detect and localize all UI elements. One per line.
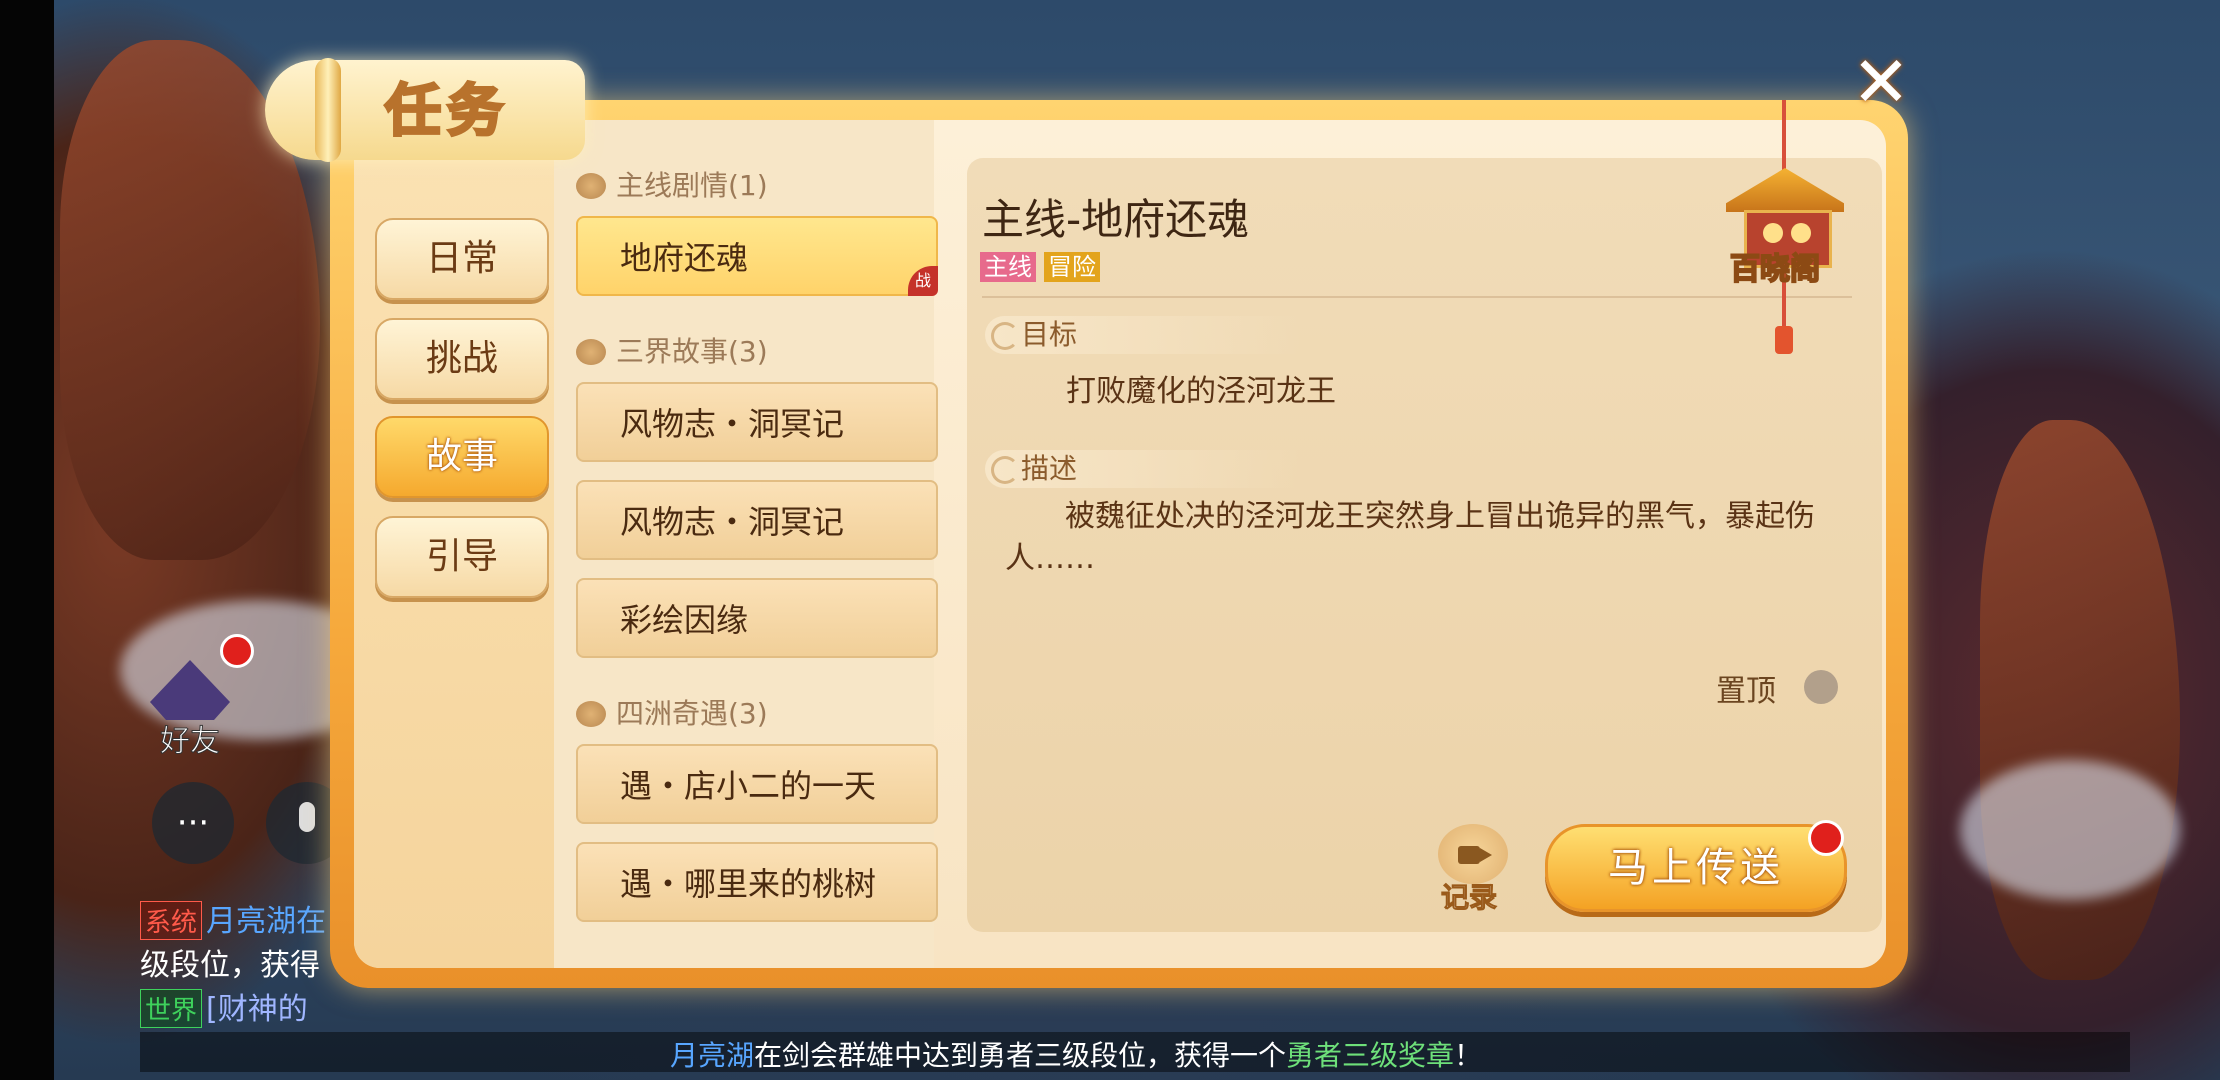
chat-text: [财神的	[206, 992, 308, 1027]
panel-title: 任务	[384, 78, 509, 146]
battle-badge: 战	[908, 266, 938, 296]
quest-item[interactable]: 风物志・洞冥记	[576, 480, 938, 560]
quest-label: 风物志・洞冥记	[620, 405, 845, 443]
friend-notification-dot	[220, 634, 254, 668]
teleport-button[interactable]: 马上传送	[1545, 824, 1847, 912]
group-header-encounters: 四洲奇遇(3)	[576, 692, 768, 732]
group-icon	[576, 173, 606, 199]
snow-patch	[1960, 760, 2180, 900]
pavilion-roof	[1726, 168, 1844, 212]
video-camera-lens	[1480, 848, 1492, 862]
group-title: 三界故事(3)	[616, 335, 768, 368]
tab-guide[interactable]: 引导	[375, 516, 549, 598]
screen-edge	[0, 0, 54, 1080]
teleport-notification-dot	[1808, 820, 1844, 856]
chat-line: 世界 [财神的	[140, 984, 370, 1028]
pavilion-eye	[1763, 223, 1783, 243]
pavilion-eye	[1791, 223, 1811, 243]
pin-toggle[interactable]	[1804, 670, 1838, 704]
quest-title: 主线-地府还魂	[982, 195, 1250, 244]
tab-challenge[interactable]: 挑战	[375, 318, 549, 400]
quest-item[interactable]: 风物志・洞冥记	[576, 382, 938, 462]
tag-adventure: 冒险	[1044, 252, 1100, 282]
goal-text: 打败魔化的泾河龙王	[1066, 374, 1336, 409]
quest-label: 遇・店小二的一天	[620, 767, 877, 805]
quest-label: 遇・哪里来的桃树	[620, 865, 877, 903]
description-text: 被魏征处决的泾河龙王突然身上冒出诡异的黑气，暴起伤人……	[1005, 499, 1815, 576]
group-header-realms: 三界故事(3)	[576, 330, 768, 370]
group-header-main: 主线剧情(1)	[576, 164, 768, 204]
chat-bubble-icon: ···	[176, 803, 210, 843]
record-button[interactable]	[1438, 824, 1508, 884]
chat-text: 级段位，获得	[140, 948, 320, 983]
quest-item[interactable]: 遇・店小二的一天	[576, 744, 938, 824]
group-icon	[576, 701, 606, 727]
broadcast-text-end: ！	[1454, 1039, 1483, 1072]
broadcast-message: 月亮湖在剑会群雄中达到勇者三级段位，获得一个勇者三级奖章！	[670, 1034, 1482, 1074]
tab-daily[interactable]: 日常	[375, 218, 549, 300]
pin-label: 置顶	[1716, 674, 1776, 709]
pavilion-label[interactable]: 百晓阁	[1729, 244, 1821, 288]
group-title: 主线剧情(1)	[616, 169, 768, 202]
record-label[interactable]: 记录	[1438, 876, 1500, 916]
description-heading: 描述	[985, 450, 1301, 488]
quest-label: 彩绘因缘	[620, 601, 749, 639]
friend-label[interactable]: 好友	[160, 716, 221, 760]
quest-item[interactable]: 遇・哪里来的桃树	[576, 842, 938, 922]
quest-item-active[interactable]: 地府还魂战	[576, 216, 938, 296]
group-icon	[576, 339, 606, 365]
chat-button[interactable]: ···	[152, 782, 234, 864]
quest-label: 风物志・洞冥记	[620, 503, 845, 541]
close-button[interactable]: ✕	[1848, 47, 1914, 118]
tag-main: 主线	[980, 252, 1036, 282]
broadcast-text: 在剑会群雄中达到勇者三级段位，获得一个	[754, 1039, 1287, 1072]
goal-heading: 目标	[985, 316, 1301, 354]
broadcast-medal: 勇者三级奖章	[1286, 1039, 1455, 1072]
tab-story[interactable]: 故事	[375, 416, 549, 498]
channel-tag-system: 系统	[140, 901, 203, 940]
chat-text: 月亮湖在	[206, 904, 327, 939]
quest-label: 地府还魂	[620, 239, 749, 277]
video-camera-icon	[1458, 846, 1480, 864]
scroll-rod	[315, 58, 341, 162]
quest-item[interactable]: 彩绘因缘	[576, 578, 938, 658]
broadcast-player-name: 月亮湖	[670, 1039, 755, 1072]
channel-tag-world: 世界	[140, 989, 203, 1028]
group-title: 四洲奇遇(3)	[616, 697, 768, 730]
